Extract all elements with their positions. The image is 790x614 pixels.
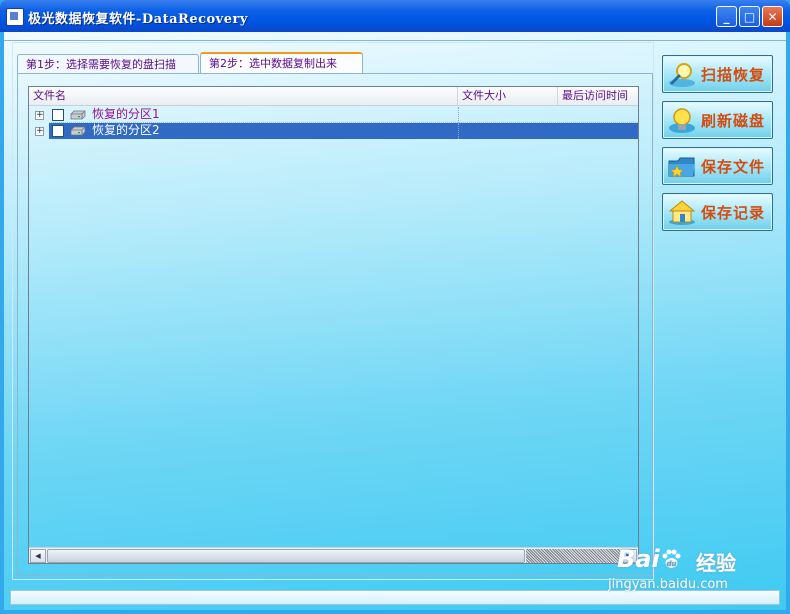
list-item[interactable]: + 恢复的分区2	[29, 123, 638, 139]
save-record-button[interactable]: 保存记录	[662, 193, 773, 231]
list-header: 文件名 文件大小 最后访问时间	[29, 87, 638, 106]
row-checkbox[interactable]	[52, 125, 64, 137]
refresh-disk-button[interactable]: 刷新磁盘	[662, 101, 773, 139]
baidu-jingyan-watermark: Bai du 经验 jingyan.baidu.com	[608, 545, 758, 595]
disk-icon	[70, 110, 86, 120]
app-window: 极光数据恢复软件-DataRecovery _ □ ✕ 第1步：选择需要恢复的盘…	[0, 0, 790, 614]
cell-divider	[458, 107, 459, 123]
save-file-label: 保存文件	[701, 158, 766, 176]
watermark-brand: Bai du	[617, 545, 682, 573]
row-checkbox[interactable]	[52, 109, 64, 121]
refresh-lightbulb-icon	[669, 108, 695, 133]
cell-divider	[458, 123, 459, 139]
scrollbar-track[interactable]	[526, 549, 620, 563]
save-record-label: 保存记录	[701, 204, 766, 222]
tab-step1-scan[interactable]: 第1步：选择需要恢复的盘扫描	[17, 54, 199, 74]
column-header-filesize[interactable]: 文件大小	[458, 87, 558, 105]
expand-icon[interactable]: +	[35, 111, 44, 120]
scroll-left-button[interactable]: ◀	[30, 549, 46, 563]
watermark-jingyan: 经验	[696, 551, 736, 575]
watermark-url: jingyan.baidu.com	[608, 577, 728, 592]
app-icon	[6, 8, 24, 26]
close-button[interactable]: ✕	[762, 6, 783, 27]
save-record-house-icon	[668, 200, 696, 225]
expand-icon[interactable]: +	[35, 127, 44, 136]
paw-logo-icon: du	[662, 549, 681, 568]
svg-text:du: du	[666, 560, 676, 568]
magnifier-scan-icon	[669, 63, 695, 87]
partition-name: 恢复的分区1	[92, 107, 160, 121]
refresh-disk-label: 刷新磁盘	[701, 112, 766, 130]
scan-recover-label: 扫描恢复	[701, 66, 766, 84]
horizontal-scrollbar[interactable]: ◀ ▶	[29, 547, 638, 563]
title-bar[interactable]: 极光数据恢复软件-DataRecovery _ □ ✕	[0, 0, 790, 32]
scrollbar-thumb[interactable]	[47, 549, 525, 563]
scan-recover-button[interactable]: 扫描恢复	[662, 55, 773, 93]
maximize-button[interactable]: □	[739, 6, 760, 27]
tab-step2-copy[interactable]: 第2步：选中数据复制出来	[200, 52, 363, 74]
window-title: 极光数据恢复软件-DataRecovery	[28, 12, 248, 27]
column-header-filename[interactable]: 文件名	[29, 87, 458, 105]
menu-divider	[4, 40, 786, 41]
save-file-button[interactable]: 保存文件	[662, 147, 773, 185]
recovered-file-list[interactable]: 文件名 文件大小 最后访问时间 + 恢复的分区1 + 恢复的分区2 ◀ ▶	[28, 86, 639, 564]
column-header-last-access[interactable]: 最后访问时间	[558, 87, 638, 105]
save-file-folder-icon	[668, 157, 695, 178]
list-item[interactable]: + 恢复的分区1	[29, 107, 638, 123]
minimize-button[interactable]: _	[716, 6, 737, 27]
partition-name: 恢复的分区2	[92, 123, 160, 137]
disk-icon	[70, 126, 86, 136]
